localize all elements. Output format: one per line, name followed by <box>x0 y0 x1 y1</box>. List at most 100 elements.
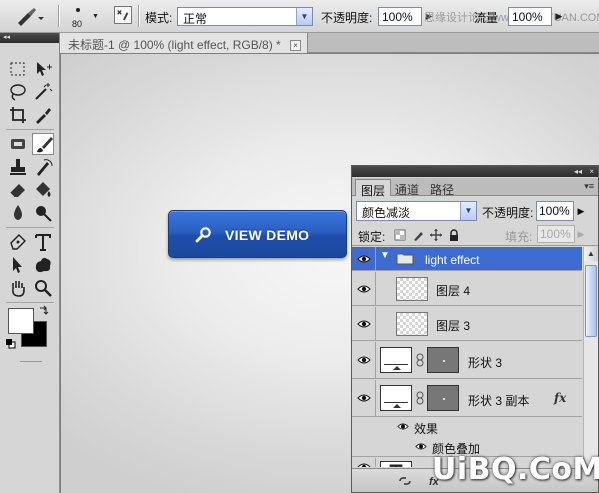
layer-row[interactable]: 图层 4 <box>352 272 582 306</box>
lock-image-icon[interactable] <box>412 229 424 241</box>
layer-row[interactable]: 图层 3 <box>352 307 582 341</box>
eye-icon[interactable] <box>357 393 371 403</box>
layer-row-group[interactable]: ▼ light effect <box>352 247 582 271</box>
effects-row[interactable]: 效果 <box>352 418 582 437</box>
layer-row[interactable]: 形状 3 <box>352 342 582 379</box>
eye-icon[interactable] <box>357 355 371 365</box>
history-brush-icon[interactable] <box>32 156 54 178</box>
move-tool-icon[interactable] <box>32 58 54 80</box>
layer-name: light effect <box>425 253 480 267</box>
foreground-color-swatch[interactable] <box>8 308 34 334</box>
clone-stamp-icon[interactable] <box>7 156 29 178</box>
document-tab-bar: 未标题-1 @ 100% (light effect, RGB/8) * × <box>60 33 599 53</box>
blend-mode-select[interactable]: 颜色减淡 ▼ <box>356 201 477 221</box>
visibility-cell[interactable] <box>352 307 376 340</box>
lock-transparent-icon[interactable] <box>394 229 406 241</box>
link-layers-icon[interactable] <box>398 474 412 488</box>
visibility-cell[interactable] <box>352 342 376 378</box>
mode-label: 模式: <box>145 11 173 25</box>
view-demo-button[interactable]: VIEW DEMO <box>168 210 347 258</box>
layers-scrollbar[interactable]: ▲ <box>583 247 598 467</box>
visibility-cell[interactable] <box>352 247 376 270</box>
opacity-input[interactable]: 100% <box>378 7 422 26</box>
layers-panel: ◂◂ × 图层 通道 路径 ▾≡ 颜色减淡 ▼ 不透明度: 100% ▶ 锁定:… <box>351 165 599 493</box>
crop-icon[interactable] <box>7 104 29 126</box>
eye-icon[interactable] <box>397 422 409 431</box>
layer-thumbnail <box>396 312 428 336</box>
folder-icon <box>396 252 414 265</box>
lock-row: 锁定: 填充: 100% ▶ <box>352 224 598 246</box>
flow-slider-arrow-icon[interactable]: ▶ <box>552 7 566 26</box>
opacity-slider-arrow-icon[interactable]: ▶ <box>574 201 588 221</box>
panel-close-icon[interactable]: × <box>589 166 594 177</box>
visibility-cell[interactable] <box>352 380 376 416</box>
panel-title-bar: ◂◂ × <box>352 166 598 177</box>
view-demo-label: VIEW DEMO <box>225 227 310 243</box>
flow-input[interactable]: 100% <box>508 7 552 26</box>
eye-icon[interactable] <box>357 462 371 467</box>
zoom-icon[interactable] <box>32 277 54 299</box>
brush-tool-preset-icon[interactable] <box>14 7 44 27</box>
link-icon[interactable] <box>416 391 424 405</box>
magic-wand-icon[interactable] <box>32 81 54 103</box>
brush-tip-icon <box>76 8 80 12</box>
visibility-cell[interactable] <box>352 272 376 305</box>
layer-thumbnail <box>380 347 412 373</box>
eraser-icon[interactable] <box>7 179 29 201</box>
healing-brush-icon[interactable] <box>7 133 29 155</box>
brush-size: 80 <box>72 19 83 29</box>
hand-icon[interactable] <box>7 277 29 299</box>
close-icon[interactable]: × <box>290 40 302 51</box>
tab-paths[interactable]: 路径 <box>425 179 459 197</box>
panel-collapse-icon[interactable]: ◂◂ <box>574 166 582 177</box>
panel-menu-icon[interactable]: ▾≡ <box>584 181 594 192</box>
fx-icon[interactable]: fx <box>554 391 566 405</box>
toolbox-separator <box>6 227 54 228</box>
options-separator <box>58 5 60 27</box>
chevron-down-icon[interactable]: ▼ <box>380 250 390 261</box>
eye-icon[interactable] <box>357 319 371 329</box>
custom-shape-icon[interactable] <box>32 254 54 276</box>
fill-slider-arrow-icon[interactable]: ▶ <box>575 225 587 243</box>
lock-all-icon[interactable] <box>448 229 460 241</box>
eyedropper-icon[interactable] <box>32 104 54 126</box>
tab-channels[interactable]: 通道 <box>390 179 424 197</box>
brush-preset-picker[interactable]: 80 ▼ <box>66 3 99 31</box>
fill-input[interactable]: 100% <box>537 225 575 243</box>
layer-row[interactable]: 形状 3 副本 fx <box>352 380 582 417</box>
paint-bucket-icon[interactable] <box>32 179 54 201</box>
document-title: 未标题-1 @ 100% (light effect, RGB/8) * <box>68 38 281 52</box>
toolbox: ◂◂ <box>0 33 60 493</box>
lasso-icon[interactable] <box>7 81 29 103</box>
mode-select[interactable]: 正常 ▼ <box>177 7 313 26</box>
eye-icon[interactable] <box>357 254 371 264</box>
path-selection-icon[interactable] <box>7 254 29 276</box>
toolbox-collapse-icon[interactable]: ◂◂ <box>0 33 59 43</box>
document-tab[interactable]: 未标题-1 @ 100% (light effect, RGB/8) * × <box>60 33 309 53</box>
scroll-thumb[interactable] <box>585 265 597 337</box>
eye-icon[interactable] <box>357 284 371 294</box>
layer-name: 形状 3 <box>468 356 503 370</box>
link-icon[interactable] <box>416 353 424 367</box>
tab-layers[interactable]: 图层 <box>355 179 392 198</box>
pen-icon[interactable] <box>7 231 29 253</box>
scroll-up-icon[interactable]: ▲ <box>584 247 598 261</box>
blur-icon[interactable] <box>7 202 29 224</box>
opacity-label: 不透明度: <box>321 11 373 25</box>
chevron-down-icon: ▼ <box>92 13 99 20</box>
vector-mask-thumbnail <box>427 347 459 373</box>
flow-label: 流量 <box>474 11 499 25</box>
lock-position-icon[interactable] <box>430 229 442 241</box>
brush-panel-toggle-icon[interactable] <box>114 6 132 24</box>
layer-opacity-input[interactable]: 100% <box>536 201 574 221</box>
visibility-cell[interactable] <box>352 458 376 467</box>
default-colors-icon[interactable] <box>6 338 16 349</box>
swap-colors-icon[interactable] <box>38 305 50 317</box>
dodge-icon[interactable] <box>32 202 54 224</box>
layer-thumbnail <box>380 385 412 411</box>
eye-icon[interactable] <box>415 442 427 451</box>
type-tool-icon[interactable] <box>32 231 54 253</box>
brush-tool-icon[interactable] <box>32 133 54 155</box>
rectangular-marquee-icon[interactable] <box>7 58 29 80</box>
vector-mask-thumbnail <box>427 385 459 411</box>
